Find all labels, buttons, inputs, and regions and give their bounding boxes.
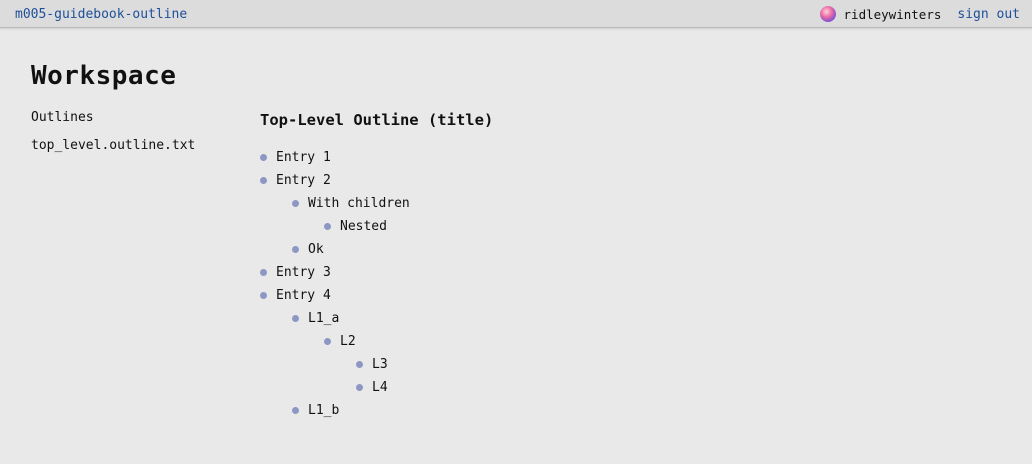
outline-entry-label: Entry 4 — [276, 288, 331, 303]
outline-entry-label: L2 — [340, 334, 356, 349]
outline-list: Entry 1 Entry 2 With children Nested Ok — [260, 146, 493, 422]
outline-entry-label: Entry 2 — [276, 173, 331, 188]
outline-entry[interactable]: Entry 4 — [260, 284, 493, 307]
page-title: Workspace — [31, 61, 177, 91]
bullet-icon — [292, 315, 299, 322]
user-area: ridleywinters sign out — [819, 6, 1020, 22]
outline-entry[interactable]: With children — [292, 192, 493, 215]
outline-entry-label: L1_a — [308, 311, 340, 326]
outline-entry[interactable]: L4 — [356, 376, 493, 399]
bullet-icon — [356, 361, 363, 368]
outline-children: With children Nested Ok — [260, 192, 493, 261]
bullet-icon — [292, 246, 299, 253]
outline-children: Nested — [292, 215, 493, 238]
outline-entry-label: Ok — [308, 242, 324, 257]
sidebar: Outlines top_level.outline.txt — [31, 110, 195, 154]
outline-entry[interactable]: Ok — [292, 238, 493, 261]
outline-entry[interactable]: L2 — [324, 330, 493, 353]
outline-entry-label: L3 — [372, 357, 388, 372]
outline-entry[interactable]: L3 — [356, 353, 493, 376]
outline-entry[interactable]: L1_a — [292, 307, 493, 330]
top-bar: m005-guidebook-outline ridleywinters sig… — [0, 0, 1032, 28]
outline-children: L2 L3 L4 — [292, 330, 493, 399]
bullet-icon — [260, 154, 267, 161]
bullet-icon — [324, 223, 331, 230]
bullet-icon — [292, 200, 299, 207]
outline-panel: Top-Level Outline (title) Entry 1 Entry … — [260, 110, 493, 422]
app-title-link[interactable]: m005-guidebook-outline — [15, 7, 187, 22]
username: ridleywinters — [843, 6, 942, 22]
avatar — [819, 6, 836, 22]
outline-children: L3 L4 — [324, 353, 493, 399]
outline-entry-label: Entry 3 — [276, 265, 331, 280]
outline-entry[interactable]: Entry 1 — [260, 146, 493, 169]
bullet-icon — [260, 177, 267, 184]
outline-title: Top-Level Outline (title) — [260, 111, 494, 129]
sign-out-link[interactable]: sign out — [957, 7, 1020, 22]
sidebar-item-top-level-outline[interactable]: top_level.outline.txt — [31, 138, 195, 154]
sidebar-heading: Outlines — [31, 110, 94, 125]
outline-entry[interactable]: Nested — [324, 215, 493, 238]
outline-entry-label: Entry 1 — [276, 150, 331, 165]
outline-entry-label: L1_b — [308, 403, 340, 418]
outline-entry[interactable]: Entry 3 — [260, 261, 493, 284]
bullet-icon — [292, 407, 299, 414]
bullet-icon — [260, 292, 267, 299]
outline-entry[interactable]: L1_b — [292, 399, 493, 422]
outline-entry-label: L4 — [372, 380, 388, 395]
bullet-icon — [260, 269, 267, 276]
bullet-icon — [324, 338, 331, 345]
bullet-icon — [356, 384, 363, 391]
outline-children: L1_a L2 L3 L4 L1_b — [260, 307, 493, 422]
outline-entry-label: Nested — [340, 219, 387, 234]
outline-entry-label: With children — [308, 196, 410, 211]
outline-entry[interactable]: Entry 2 — [260, 169, 493, 192]
